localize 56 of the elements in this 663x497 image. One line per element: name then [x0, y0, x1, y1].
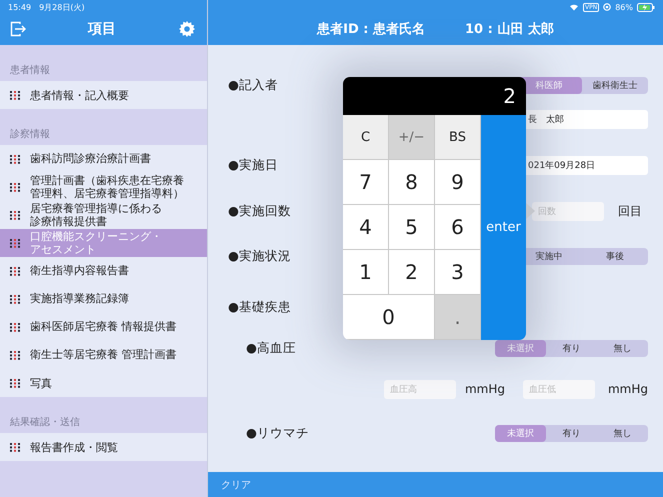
field-label: ●実施日	[228, 156, 278, 174]
sidebar-title: 項目	[88, 20, 116, 38]
drag-handle-icon	[10, 210, 20, 220]
drag-handle-icon	[10, 350, 20, 360]
keypad-key[interactable]: 9	[435, 160, 481, 205]
drag-handle-icon	[10, 294, 20, 304]
segment-option[interactable]: 事後	[582, 248, 648, 264]
unit-label: mmHg	[608, 382, 648, 396]
drag-handle-icon	[10, 90, 20, 100]
keypad-key[interactable]: 4	[343, 205, 389, 250]
segment-option[interactable]: 無し	[597, 424, 648, 442]
segment-option[interactable]: 有り	[546, 340, 597, 356]
drag-handle-icon	[10, 154, 20, 164]
field-label: ●記入者	[228, 76, 278, 94]
drag-handle-icon	[10, 378, 20, 388]
patient-label: 患者ID : 患者氏名	[317, 20, 425, 38]
section-header: 結果確認・送信	[9, 416, 81, 430]
section-header: 患者情報	[9, 64, 51, 78]
drag-handle-icon	[10, 322, 20, 332]
field-label: ●基礎疾患	[228, 298, 291, 316]
battery-icon	[637, 2, 655, 12]
field-label: ●実施状況	[228, 248, 291, 264]
settings-icon[interactable]	[178, 20, 196, 38]
status-date: 9月28日(火)	[39, 2, 85, 12]
keypad-key[interactable]: 6	[435, 205, 481, 250]
wifi-icon	[569, 3, 579, 11]
status-time: 15:49	[8, 2, 32, 12]
keypad-key[interactable]: 2	[389, 250, 435, 295]
drag-handle-icon	[10, 442, 20, 452]
unit-label: mmHg	[464, 382, 505, 396]
battery-percent: 86%	[615, 2, 633, 12]
popover-arrow-icon	[526, 203, 535, 219]
unit-label: 回目	[618, 202, 642, 220]
drag-handle-icon	[10, 182, 20, 192]
field-label: ●リウマチ	[246, 424, 309, 442]
section-header: 診察情報	[9, 128, 51, 142]
field-label: ●高血圧	[246, 340, 296, 356]
enter-key[interactable]: enter	[481, 115, 526, 340]
drag-handle-icon	[10, 266, 20, 276]
keypad-key[interactable]: 3	[435, 250, 481, 295]
patient-name: 10 : 山田 太郎	[465, 20, 554, 38]
segment-option[interactable]: 歯科衛生士	[582, 76, 648, 94]
keypad-key[interactable]: 1	[343, 250, 389, 295]
keypad-display: 2	[343, 77, 526, 115]
keypad-key[interactable]: 8	[389, 160, 435, 205]
logout-icon[interactable]	[10, 20, 26, 36]
keypad-key[interactable]: BS	[435, 115, 481, 160]
keypad-key[interactable]: 7	[343, 160, 389, 205]
keypad-key[interactable]: 5	[389, 205, 435, 250]
lock-rotation-icon	[603, 3, 612, 11]
field-label: ●実施回数	[228, 202, 291, 220]
drag-handle-icon	[10, 238, 20, 248]
keypad-key[interactable]: 0	[343, 295, 435, 340]
segment-option[interactable]: 有り	[546, 424, 597, 442]
segment-option[interactable]: 無し	[597, 340, 648, 356]
keypad-key[interactable]: C	[343, 115, 389, 160]
